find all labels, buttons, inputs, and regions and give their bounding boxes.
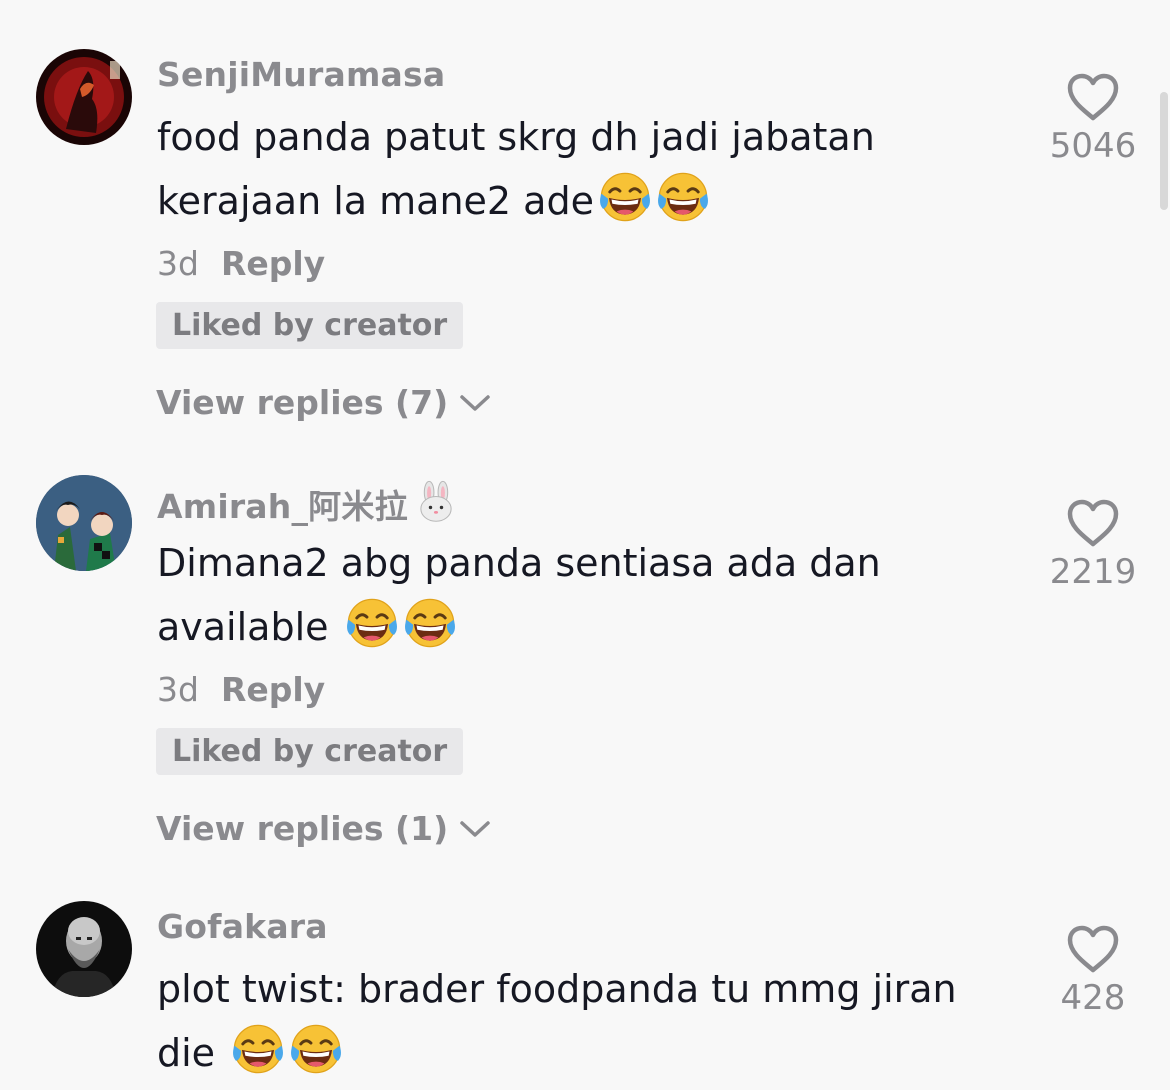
rabbit-face-emoji bbox=[414, 480, 458, 524]
chevron-down-icon bbox=[458, 392, 492, 414]
view-replies-button[interactable]: View replies (1) bbox=[156, 809, 492, 848]
comment-text: plot twist: brader foodpanda tu mmg jira… bbox=[157, 967, 969, 1076]
comment-meta: 3d Reply bbox=[157, 670, 325, 709]
tears-of-joy-emoji bbox=[403, 596, 457, 650]
comment-age: 3d bbox=[157, 670, 199, 709]
chevron-down-icon bbox=[458, 818, 492, 840]
like-button[interactable]: 5046 bbox=[1038, 72, 1148, 166]
like-count: 5046 bbox=[1049, 126, 1137, 166]
comment-text: food panda patut skrg dh jadi jabatan ke… bbox=[157, 115, 887, 224]
view-replies-button[interactable]: View replies (7) bbox=[156, 383, 492, 422]
heart-outline-icon bbox=[1065, 498, 1121, 548]
tears-of-joy-emoji bbox=[656, 170, 710, 224]
username[interactable]: Amirah_阿米拉 bbox=[157, 480, 458, 528]
like-count: 2219 bbox=[1049, 552, 1137, 592]
like-count: 428 bbox=[1060, 978, 1126, 1018]
view-replies-label: View replies (1) bbox=[156, 809, 449, 848]
comment-text: Dimana2 abg panda sentiasa ada dan avail… bbox=[157, 541, 893, 650]
heart-outline-icon bbox=[1065, 72, 1121, 122]
reply-button[interactable]: Reply bbox=[221, 670, 325, 709]
like-button[interactable]: 428 bbox=[1038, 924, 1148, 1018]
comment-age: 3d bbox=[157, 244, 199, 283]
like-button[interactable]: 2219 bbox=[1038, 498, 1148, 592]
username[interactable]: SenjiMuramasa bbox=[157, 55, 445, 94]
tears-of-joy-emoji bbox=[345, 596, 399, 650]
heart-outline-icon bbox=[1065, 924, 1121, 974]
avatar[interactable] bbox=[36, 901, 132, 997]
tears-of-joy-emoji bbox=[231, 1022, 285, 1076]
liked-by-creator-badge: Liked by creator bbox=[156, 302, 464, 349]
avatar[interactable] bbox=[36, 49, 132, 145]
username[interactable]: Gofakara bbox=[157, 907, 328, 946]
comment-meta: 3d Reply bbox=[157, 244, 325, 283]
reply-button[interactable]: Reply bbox=[221, 244, 325, 283]
tears-of-joy-emoji bbox=[289, 1022, 343, 1076]
scrollbar[interactable] bbox=[1160, 92, 1168, 210]
avatar[interactable] bbox=[36, 475, 132, 571]
liked-by-creator-badge: Liked by creator bbox=[156, 728, 464, 775]
view-replies-label: View replies (7) bbox=[156, 383, 449, 422]
tears-of-joy-emoji bbox=[598, 170, 652, 224]
